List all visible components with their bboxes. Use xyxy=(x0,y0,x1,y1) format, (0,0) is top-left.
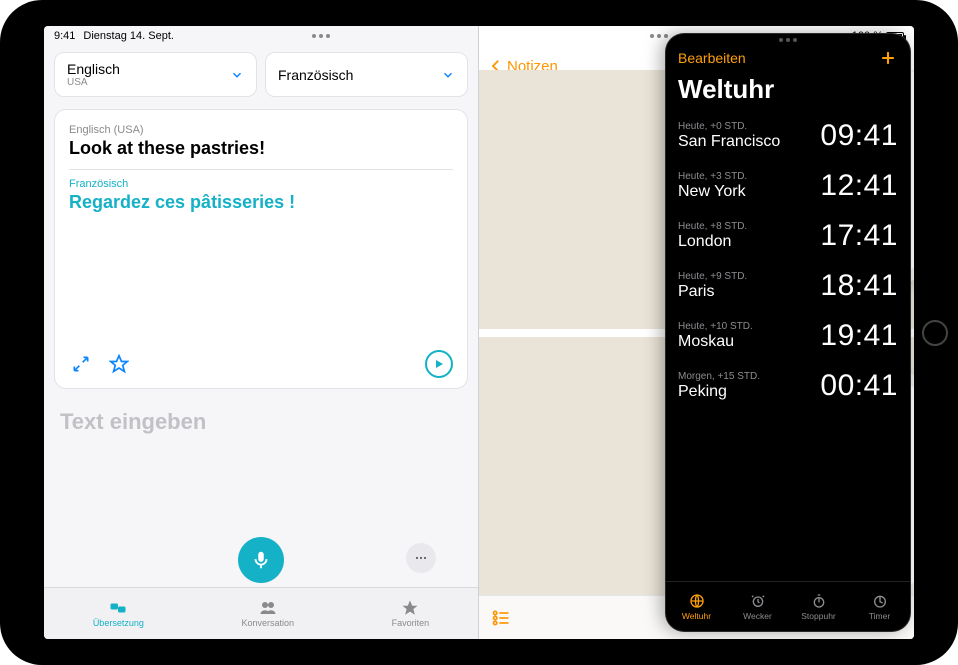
clock-tab-label: Timer xyxy=(869,611,890,621)
clock-relative: Morgen, +15 STD. xyxy=(678,371,760,382)
world-clock-row[interactable]: Heute, +9 STD.Paris 18:41 xyxy=(666,261,910,311)
clock-tab-worldclock[interactable]: Weltuhr xyxy=(666,582,727,631)
globe-icon xyxy=(688,593,706,609)
clock-tabbar: Weltuhr Wecker Stoppuhr Timer xyxy=(666,581,910,631)
timer-icon xyxy=(871,593,889,609)
clock-time: 12:41 xyxy=(820,169,898,203)
clock-tab-label: Stoppuhr xyxy=(801,611,836,621)
world-clock-row[interactable]: Heute, +0 STD.San Francisco 09:41 xyxy=(666,111,910,161)
world-clock-row[interactable]: Morgen, +15 STD.Peking 00:41 xyxy=(666,361,910,411)
expand-icon[interactable] xyxy=(69,352,93,376)
microphone-button[interactable] xyxy=(238,537,284,583)
multitask-handle-icon[interactable] xyxy=(312,34,330,38)
source-text: Look at these pastries! xyxy=(69,138,453,159)
clock-relative: Heute, +9 STD. xyxy=(678,271,747,282)
clock-edit-button[interactable]: Bearbeiten xyxy=(678,50,746,66)
clock-city: Peking xyxy=(678,383,760,401)
checklist-icon[interactable] xyxy=(491,608,511,628)
tab-label: Konversation xyxy=(241,618,294,628)
clock-relative: Heute, +10 STD. xyxy=(678,321,753,332)
world-clock-row[interactable]: Heute, +3 STD.New York 12:41 xyxy=(666,161,910,211)
tab-conversation[interactable]: Konversation xyxy=(241,599,294,628)
clock-tab-stopwatch[interactable]: Stoppuhr xyxy=(788,582,849,631)
clock-add-button[interactable] xyxy=(878,48,898,68)
more-options-button[interactable] xyxy=(406,543,436,573)
multitask-handle-icon[interactable] xyxy=(650,34,668,38)
clock-time: 19:41 xyxy=(820,319,898,353)
world-clock-list[interactable]: Heute, +0 STD.San Francisco 09:41 Heute,… xyxy=(666,111,910,581)
notes-app-pane: 100 % Notizen xyxy=(479,26,914,639)
clock-time: 18:41 xyxy=(820,269,898,303)
clock-city: New York xyxy=(678,183,747,201)
tab-translation[interactable]: Übersetzung xyxy=(93,599,144,628)
clock-time: 09:41 xyxy=(820,119,898,153)
target-language-name: Französisch xyxy=(278,67,353,83)
plus-icon xyxy=(878,48,898,68)
clock-slideover: Bearbeiten Weltuhr Heute, +0 STD.San Fra… xyxy=(666,34,910,631)
slideover-handle[interactable] xyxy=(666,34,910,44)
clock-title: Weltuhr xyxy=(666,72,910,111)
translation-card: Englisch (USA) Look at these pastries! F… xyxy=(54,109,468,389)
translate-app-pane: 9:41 Dienstag 14. Sept. Englisch USA xyxy=(44,26,479,639)
chevron-down-icon xyxy=(441,68,455,82)
clock-time: 00:41 xyxy=(820,369,898,403)
status-date: Dienstag 14. Sept. xyxy=(83,30,174,42)
input-placeholder: Text eingeben xyxy=(60,409,462,435)
source-language-region: USA xyxy=(67,77,120,88)
clock-city: Moskau xyxy=(678,333,753,351)
favorites-tab-icon xyxy=(399,599,421,617)
source-language-name: Englisch xyxy=(67,61,120,77)
clock-tab-alarm[interactable]: Wecker xyxy=(727,582,788,631)
clock-time: 17:41 xyxy=(820,219,898,253)
text-input-area[interactable]: Text eingeben xyxy=(44,399,478,587)
target-language-selector[interactable]: Französisch xyxy=(265,52,468,97)
statusbar-left: 9:41 Dienstag 14. Sept. xyxy=(44,26,478,46)
clock-tab-label: Weltuhr xyxy=(682,611,711,621)
tab-favorites[interactable]: Favoriten xyxy=(392,599,430,628)
source-language-selector[interactable]: Englisch USA xyxy=(54,52,257,97)
card-divider xyxy=(69,169,453,170)
slideover-edge-handle[interactable] xyxy=(906,311,910,355)
clock-city: London xyxy=(678,233,747,251)
alarm-icon xyxy=(749,593,767,609)
translated-text: Regardez ces pâtisseries ! xyxy=(69,192,453,213)
target-language-label: Französisch xyxy=(69,178,453,190)
translation-tab-icon xyxy=(107,599,129,617)
clock-relative: Heute, +0 STD. xyxy=(678,121,780,132)
clock-city: Paris xyxy=(678,283,747,301)
stopwatch-icon xyxy=(810,593,828,609)
chevron-down-icon xyxy=(230,68,244,82)
home-button[interactable] xyxy=(922,320,948,346)
translate-tabbar: Übersetzung Konversation Favoriten xyxy=(44,587,478,639)
favorite-star-icon[interactable] xyxy=(107,352,131,376)
world-clock-row[interactable]: Heute, +10 STD.Moskau 19:41 xyxy=(666,311,910,361)
tab-label: Favoriten xyxy=(392,618,430,628)
conversation-tab-icon xyxy=(257,599,279,617)
source-language-label: Englisch (USA) xyxy=(69,124,453,136)
clock-relative: Heute, +8 STD. xyxy=(678,221,747,232)
tab-label: Übersetzung xyxy=(93,618,144,628)
world-clock-row[interactable]: Heute, +8 STD.London 17:41 xyxy=(666,211,910,261)
clock-relative: Heute, +3 STD. xyxy=(678,171,747,182)
status-time: 9:41 xyxy=(54,30,75,42)
clock-tab-timer[interactable]: Timer xyxy=(849,582,910,631)
clock-city: San Francisco xyxy=(678,133,780,151)
play-audio-button[interactable] xyxy=(425,350,453,378)
clock-tab-label: Wecker xyxy=(743,611,772,621)
